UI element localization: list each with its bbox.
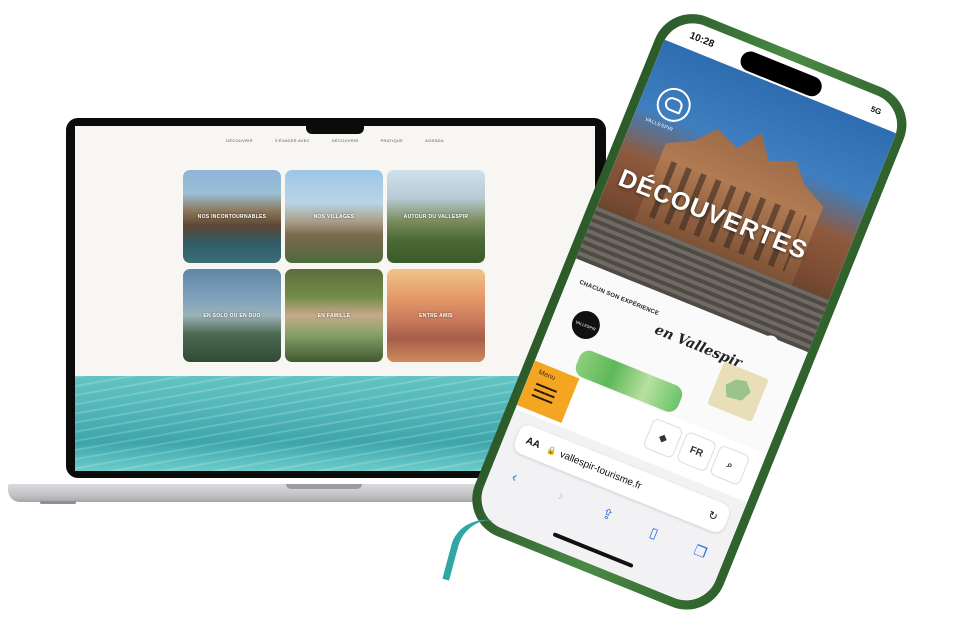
vallespir-badge: VALLESPIR (567, 306, 605, 344)
tile-label: EN FAMILLE (317, 312, 351, 319)
laptop-nav-item[interactable]: AGENDA (425, 138, 444, 143)
tile-amis[interactable]: ENTRE AMIS (387, 269, 485, 362)
bookmarks-icon[interactable]: ▯ (639, 520, 669, 546)
tile-label: NOS VILLAGES (313, 213, 355, 220)
tile-solo-duo[interactable]: EN SOLO OU EN DUO (183, 269, 281, 362)
map-thumbnail[interactable] (707, 361, 769, 423)
tile-label: EN SOLO OU EN DUO (203, 312, 261, 319)
search-icon[interactable]: ⌕ (709, 444, 751, 486)
tile-label: AUTOUR DU VALLESPIR (403, 213, 469, 220)
tile-incontournables[interactable]: NOS INCONTOURNABLES (183, 170, 281, 263)
home-indicator (552, 532, 634, 569)
forward-icon[interactable]: › (546, 483, 576, 508)
laptop-nav-item[interactable]: DÉCOUVRIR (226, 138, 253, 143)
tile-villages[interactable]: NOS VILLAGES (285, 170, 383, 263)
laptop-nav-item[interactable]: PRATIQUE (381, 138, 404, 143)
laptop-nav-item[interactable]: DÉCOUVRIR (332, 138, 359, 143)
lock-icon: 🔒 (545, 444, 559, 457)
hamburger-icon (531, 382, 558, 404)
laptop-tile-grid: NOS INCONTOURNABLES NOS VILLAGES AUTOUR … (183, 170, 489, 364)
tile-autour[interactable]: AUTOUR DU VALLESPIR (387, 170, 485, 263)
tile-label: NOS INCONTOURNABLES (197, 213, 267, 220)
laptop-foot (40, 501, 76, 504)
menu-label: Menu (537, 369, 557, 383)
language-label: FR (688, 444, 705, 460)
reader-aa-button[interactable]: AA (524, 435, 542, 451)
laptop-nav: DÉCOUVRIR S'ÉVADER AVEC DÉCOUVRIR PRATIQ… (75, 126, 595, 154)
tile-label: ENTRE AMIS (419, 312, 453, 319)
tile-famille[interactable]: EN FAMILLE (285, 269, 383, 362)
share-icon[interactable]: ⇪ (592, 501, 622, 527)
laptop-nav-item[interactable]: S'ÉVADER AVEC (275, 138, 310, 143)
status-network: 5G (869, 103, 883, 117)
back-icon[interactable]: ‹ (500, 464, 530, 489)
tabs-icon[interactable]: ❐ (685, 539, 715, 565)
laptop-lip (286, 484, 362, 489)
status-time: 10:28 (688, 29, 716, 50)
